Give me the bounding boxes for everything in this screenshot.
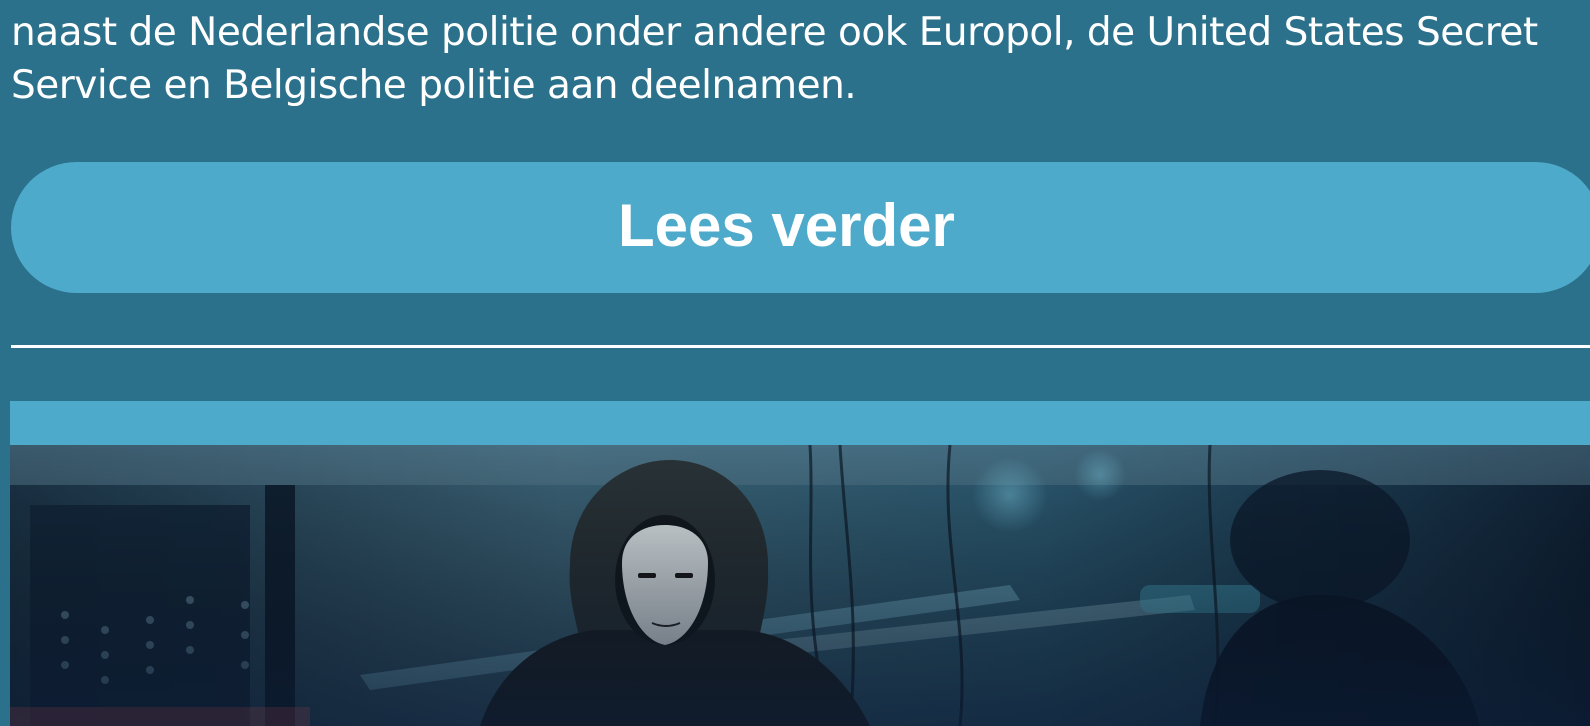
image-top-strip <box>10 401 1590 445</box>
page: naast de Nederlandse politie onder ander… <box>0 0 1590 726</box>
section-divider <box>11 345 1590 348</box>
hacker-hero-image[interactable] <box>10 445 1590 726</box>
article-line-1: naast de Nederlandse politie onder ander… <box>11 10 1538 55</box>
article-line-2: Service en Belgische politie aan deelnam… <box>11 63 857 108</box>
hero-illustration <box>10 445 1590 726</box>
read-more-label: Lees verder <box>618 192 955 259</box>
read-more-button[interactable]: Lees verder <box>11 162 1590 293</box>
article-excerpt: naast de Nederlandse politie onder ander… <box>11 6 1538 112</box>
